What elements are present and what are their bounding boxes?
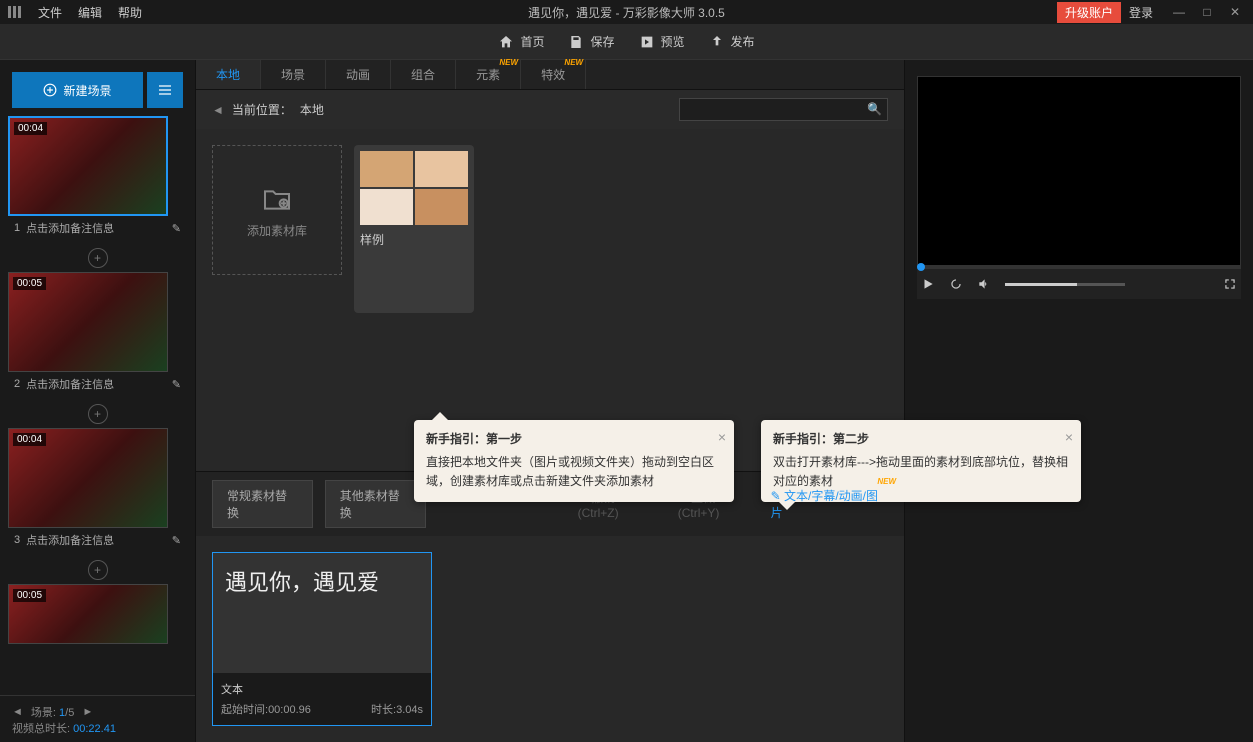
- add-scene-between[interactable]: +: [8, 248, 187, 268]
- asset-folder-sample[interactable]: 样例: [354, 145, 474, 313]
- text-subtitle-link[interactable]: ✎ 文本/字幕/动画/图片NEW: [771, 487, 888, 521]
- tab-element[interactable]: 元素NEW: [456, 60, 521, 89]
- scene-panel: 新建场景 00:04 1点击添加备注信息✎ 🗑⧉ + 00:05 2点击添加备注…: [0, 60, 195, 742]
- volume-slider[interactable]: [1005, 283, 1125, 286]
- tab-effect[interactable]: 特效NEW: [521, 60, 586, 89]
- publish-button[interactable]: 发布: [709, 33, 755, 50]
- scroll-right-icon[interactable]: ►: [82, 706, 93, 718]
- volume-icon[interactable]: [977, 277, 991, 291]
- scene-item-2[interactable]: 00:05 2点击添加备注信息✎ 🗑⧉: [8, 272, 187, 396]
- save-button[interactable]: 保存: [568, 33, 614, 50]
- progress-bar[interactable]: [917, 266, 1241, 269]
- tab-local[interactable]: 本地: [196, 60, 261, 89]
- sort-button[interactable]: [147, 72, 183, 108]
- menu-help[interactable]: 帮助: [118, 4, 142, 21]
- edit-icon[interactable]: ✎: [172, 222, 181, 235]
- back-icon[interactable]: ◄: [212, 103, 224, 117]
- scene-list: 00:04 1点击添加备注信息✎ 🗑⧉ + 00:05 2点击添加备注信息✎ 🗑…: [0, 116, 195, 695]
- upgrade-button[interactable]: 升级账户: [1057, 2, 1121, 23]
- asset-tabs: 本地 场景 动画 组合 元素NEW 特效NEW: [196, 60, 904, 90]
- tab-animation[interactable]: 动画: [326, 60, 391, 89]
- center-panel: 本地 场景 动画 组合 元素NEW 特效NEW ◄ 当前位置： 本地 🔍 添加素…: [195, 60, 905, 742]
- close-icon[interactable]: ✕: [1225, 5, 1245, 19]
- tip-close-icon[interactable]: ×: [1065, 426, 1073, 448]
- maximize-icon[interactable]: □: [1197, 5, 1217, 19]
- clip-preview-text: 遇见你，遇见爱: [213, 553, 431, 673]
- scroll-left-icon[interactable]: ◄: [12, 706, 23, 718]
- video-preview: [917, 76, 1241, 266]
- clip-item[interactable]: 遇见你，遇见爱 文本 起始时间:00:00.96 时长:3.04s: [212, 552, 432, 726]
- search-icon[interactable]: 🔍: [867, 102, 882, 116]
- scene-item-1[interactable]: 00:04 1点击添加备注信息✎ 🗑⧉: [8, 116, 187, 240]
- home-button[interactable]: 首页: [498, 33, 544, 50]
- scene-item-3[interactable]: 00:04 3点击添加备注信息✎ 🗑⧉: [8, 428, 187, 552]
- menu-edit[interactable]: 编辑: [78, 4, 102, 21]
- replace-tab-normal[interactable]: 常规素材替换: [212, 480, 313, 528]
- breadcrumb-label: 当前位置：: [232, 101, 292, 118]
- search-input[interactable]: [679, 98, 888, 121]
- login-button[interactable]: 登录: [1129, 4, 1153, 21]
- scene-item-4[interactable]: 00:05 🗑⧉: [8, 584, 187, 644]
- play-icon[interactable]: [921, 277, 935, 291]
- tab-combo[interactable]: 组合: [391, 60, 456, 89]
- edit-icon[interactable]: ✎: [172, 378, 181, 391]
- breadcrumb-path: 本地: [300, 101, 324, 118]
- add-library-button[interactable]: 添加素材库: [212, 145, 342, 275]
- titlebar: 文件 编辑 帮助 遇见你，遇见爱 - 万彩影像大师 3.0.5 升级账户 登录 …: [0, 0, 1253, 24]
- edit-icon[interactable]: ✎: [172, 534, 181, 547]
- preview-panel: [905, 60, 1253, 742]
- fullscreen-icon[interactable]: [1223, 277, 1237, 291]
- tutorial-tip-1: × 新手指引：第一步 直接把本地文件夹（图片或视频文件夹）拖动到空白区域，创建素…: [414, 420, 734, 502]
- add-scene-between[interactable]: +: [8, 404, 187, 424]
- preview-button[interactable]: 预览: [639, 33, 685, 50]
- replace-tab-other[interactable]: 其他素材替换: [325, 480, 426, 528]
- tab-scene[interactable]: 场景: [261, 60, 326, 89]
- app-logo-icon: [8, 6, 26, 18]
- main-toolbar: 首页 保存 预览 发布: [0, 24, 1253, 60]
- add-scene-between[interactable]: +: [8, 560, 187, 580]
- minimize-icon[interactable]: —: [1169, 5, 1189, 19]
- menu-file[interactable]: 文件: [38, 4, 62, 21]
- tip-close-icon[interactable]: ×: [718, 426, 726, 448]
- new-scene-button[interactable]: 新建场景: [12, 72, 143, 108]
- window-title: 遇见你，遇见爱 - 万彩影像大师 3.0.5: [528, 4, 725, 21]
- clip-type-label: 文本: [221, 681, 423, 697]
- loop-icon[interactable]: [949, 277, 963, 291]
